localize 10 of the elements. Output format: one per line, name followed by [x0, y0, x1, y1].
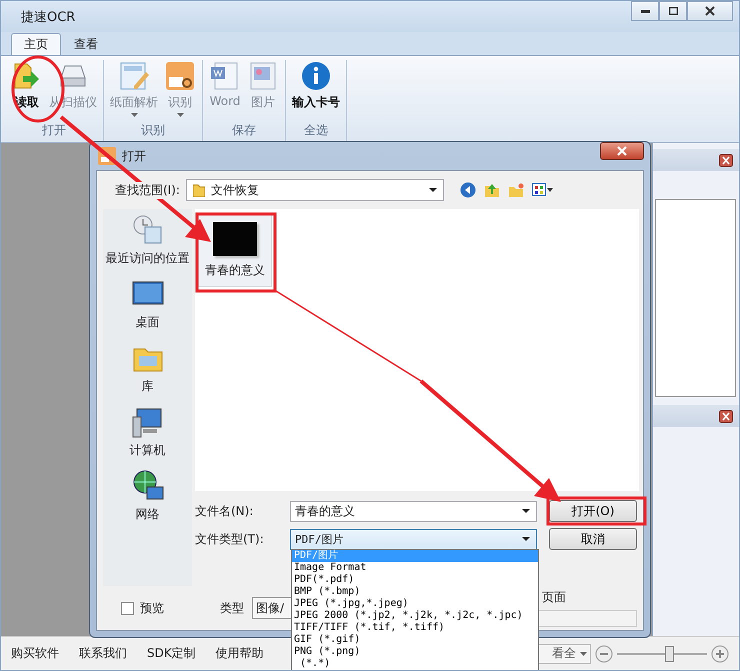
- dialog-title: 打开: [122, 148, 146, 164]
- group-label: 全选: [304, 122, 328, 139]
- window-title: 捷速OCR: [21, 8, 76, 26]
- preview-label: 预览: [140, 600, 164, 616]
- group-label: 打开: [42, 122, 66, 139]
- pages-label: 页面: [542, 589, 566, 606]
- type-label: 类型: [220, 600, 244, 616]
- group-label: 识别: [141, 122, 165, 139]
- group-label: 保存: [232, 122, 256, 139]
- look-in-label: 查找范围(I):: [115, 182, 180, 198]
